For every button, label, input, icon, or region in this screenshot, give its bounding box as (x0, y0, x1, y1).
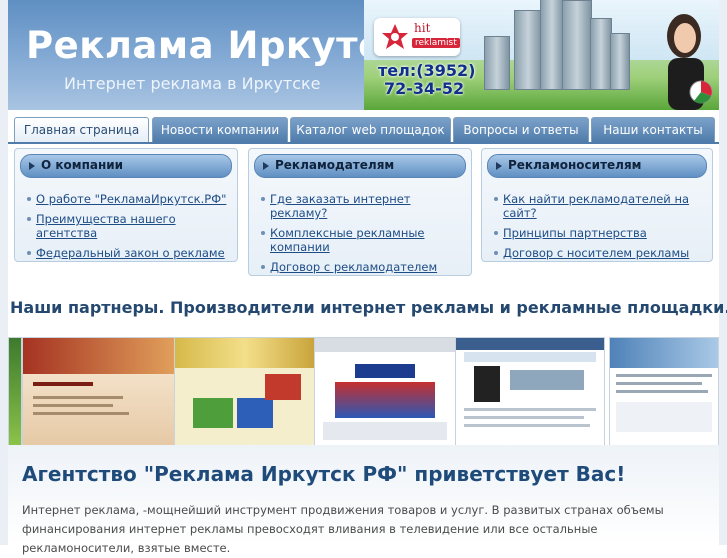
box-header: Рекламодателям (254, 154, 466, 178)
advertisers-box: Рекламодателям Где заказать интернет рек… (248, 148, 472, 276)
building-image (540, 0, 564, 90)
phone-number: тел:(3952) 72-34-52 (378, 62, 475, 98)
site-subtitle: Интернет реклама в Иркутске (64, 74, 321, 93)
nav-divider (8, 142, 719, 144)
star-logo-icon (382, 24, 408, 49)
link-partnership[interactable]: Принципы партнерства (503, 226, 647, 240)
link-publisher-contract[interactable]: Договор с носителем рекламы (503, 246, 689, 260)
link-advantages[interactable]: Преимущества нашего агентства (36, 212, 176, 240)
tab-faq[interactable]: Вопросы и ответы (453, 117, 589, 142)
link-federal-law[interactable]: Федеральный закон о рекламе (36, 246, 225, 260)
building-image (610, 33, 630, 90)
link-find-advertisers[interactable]: Как найти рекламодателей на сайт? (503, 192, 689, 220)
partner-thumbnail[interactable] (455, 337, 605, 447)
woman-photo-icon (667, 14, 713, 110)
publishers-box: Рекламоносителям Как найти рекламодателе… (481, 148, 713, 262)
logo-reklamist-text: reklamist (412, 38, 460, 48)
box-header: О компании (20, 154, 232, 178)
link-where-order[interactable]: Где заказать интернет рекламу? (270, 192, 411, 220)
partner-thumbnail[interactable] (314, 337, 456, 447)
list-item: Где заказать интернет рекламу? (261, 192, 459, 220)
phone-line-1: тел:(3952) (378, 61, 476, 80)
welcome-section: Агентство "Реклама Иркутск РФ" приветств… (8, 445, 719, 555)
partners-heading: Наши партнеры. Производители интернет ре… (10, 298, 727, 317)
link-about-work[interactable]: О работе "РекламаИркутск.РФ" (36, 192, 226, 206)
welcome-paragraph: Интернет реклама, -мощнейший инструмент … (22, 503, 664, 555)
arrow-right-icon (29, 162, 35, 170)
list-item: О работе "РекламаИркутск.РФ" (27, 192, 227, 206)
logo-hit-text: hit (414, 21, 431, 35)
partner-thumbnail[interactable] (8, 337, 22, 447)
list-item: Как найти рекламодателей на сайт? (494, 192, 708, 220)
box-link-list: Где заказать интернет рекламу? Комплексн… (261, 192, 459, 280)
arrow-right-icon (496, 162, 502, 170)
box-link-list: Как найти рекламодателей на сайт? Принци… (494, 192, 708, 266)
building-image (514, 10, 542, 90)
list-item: Преимущества нашего агентства (27, 212, 227, 240)
site-header: Реклама Иркутск Интернет реклама в Иркут… (8, 0, 719, 110)
header-banner: hit reklamist тел:(3952) 72-34-52 (364, 0, 719, 110)
site-title[interactable]: Реклама Иркутск (26, 24, 406, 67)
box-title: Рекламодателям (275, 158, 395, 172)
hit-reklamist-logo[interactable]: hit reklamist (374, 18, 460, 56)
building-image (562, 0, 592, 90)
building-image (590, 18, 612, 90)
list-item: Договор с носителем рекламы (494, 246, 708, 260)
arrow-right-icon (263, 162, 269, 170)
page-container: Реклама Иркутск Интернет реклама в Иркут… (8, 0, 727, 555)
tab-catalog[interactable]: Каталог web площадок (290, 117, 451, 142)
link-advertiser-contract[interactable]: Договор с рекламодателем (270, 260, 437, 274)
building-image (484, 36, 510, 90)
box-link-list: О работе "РекламаИркутск.РФ" Преимуществ… (27, 192, 227, 266)
list-item: Федеральный закон о рекламе (27, 246, 227, 260)
tab-home[interactable]: Главная страница (14, 117, 149, 144)
tab-contacts[interactable]: Наши контакты (591, 117, 715, 142)
partner-thumbnail[interactable] (609, 337, 719, 447)
phone-line-2: 72-34-52 (384, 79, 465, 98)
list-item: Договор с рекламодателем (261, 260, 459, 274)
list-item: Комплексные рекламные компании (261, 226, 459, 254)
main-navigation: Главная страница Новости компании Катало… (14, 117, 719, 144)
tab-news[interactable]: Новости компании (152, 117, 288, 142)
partner-thumbnail[interactable] (174, 337, 316, 447)
link-complex-campaigns[interactable]: Комплексные рекламные компании (270, 226, 425, 254)
list-item: Принципы партнерства (494, 226, 708, 240)
box-title: О компании (41, 158, 124, 172)
box-header: Рекламоносителям (487, 154, 707, 178)
welcome-heading: Агентство "Реклама Иркутск РФ" приветств… (22, 462, 626, 486)
about-company-box: О компании О работе "РекламаИркутск.РФ" … (14, 148, 238, 262)
partner-thumbnail[interactable] (22, 337, 178, 447)
box-title: Рекламоносителям (508, 158, 642, 172)
